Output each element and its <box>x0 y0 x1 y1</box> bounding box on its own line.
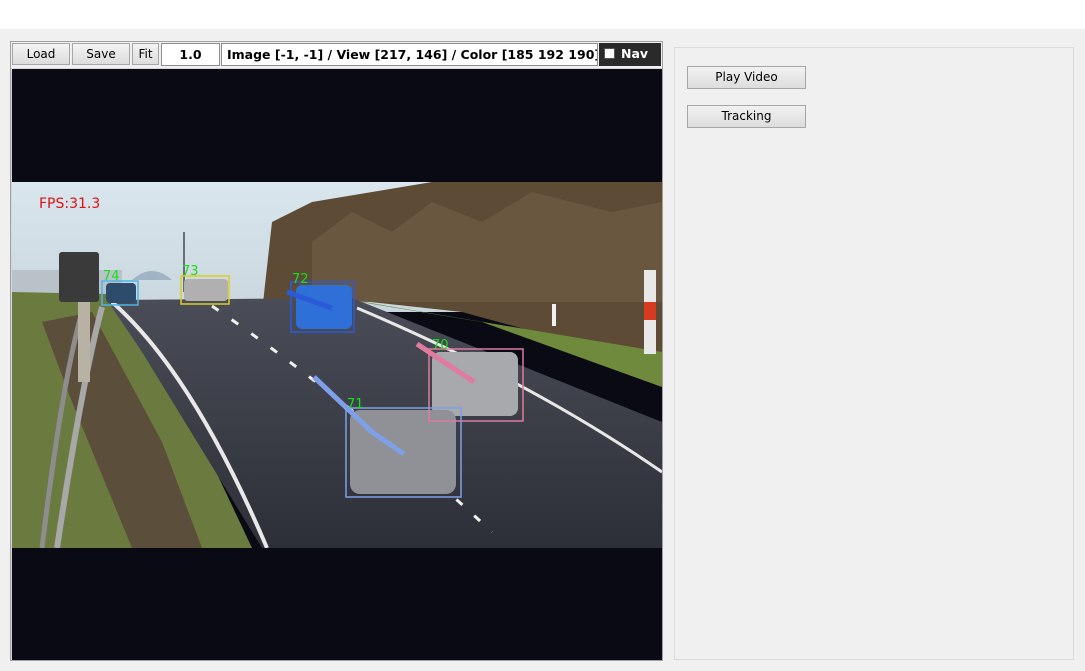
load-button[interactable]: Load <box>12 43 70 65</box>
viewer-toolbar: Load Save Fit 1.0 Image [-1, -1] / View … <box>11 42 662 68</box>
video-frame: 74 73 72 70 71 FPS:31.3 <box>12 182 662 548</box>
fit-button[interactable]: Fit <box>132 43 159 65</box>
roadside-sign <box>59 252 99 302</box>
tracking-button[interactable]: Tracking <box>687 105 806 128</box>
control-panel: Play Video Tracking <box>674 47 1074 660</box>
track-label-70: 70 <box>432 338 449 353</box>
fps-label: FPS:31.3 <box>39 196 100 212</box>
track-label-73: 73 <box>182 264 199 279</box>
track-label-74: 74 <box>103 269 120 284</box>
car-73 <box>184 279 228 301</box>
pixel-info-field: Image [-1, -1] / View [217, 146] / Color… <box>221 43 598 66</box>
small-post <box>552 304 556 326</box>
track-label-71: 71 <box>347 397 364 412</box>
image-canvas[interactable]: 74 73 72 70 71 FPS:31.3 <box>12 69 662 660</box>
play-video-button[interactable]: Play Video <box>687 66 806 89</box>
car-74 <box>106 283 136 303</box>
road-scene: 74 73 72 70 71 FPS:31.3 <box>12 182 662 548</box>
track-label-72: 72 <box>292 272 309 287</box>
marker-post-band <box>644 302 656 320</box>
nav-toggle[interactable]: Nav <box>599 43 661 66</box>
zoom-field[interactable]: 1.0 <box>161 43 220 66</box>
nav-label: Nav <box>621 46 649 61</box>
sign-post <box>78 302 90 382</box>
save-button[interactable]: Save <box>72 43 130 65</box>
image-viewer: Load Save Fit 1.0 Image [-1, -1] / View … <box>10 41 663 661</box>
window-top-strip <box>0 0 1085 29</box>
nav-checkbox[interactable] <box>604 48 615 59</box>
